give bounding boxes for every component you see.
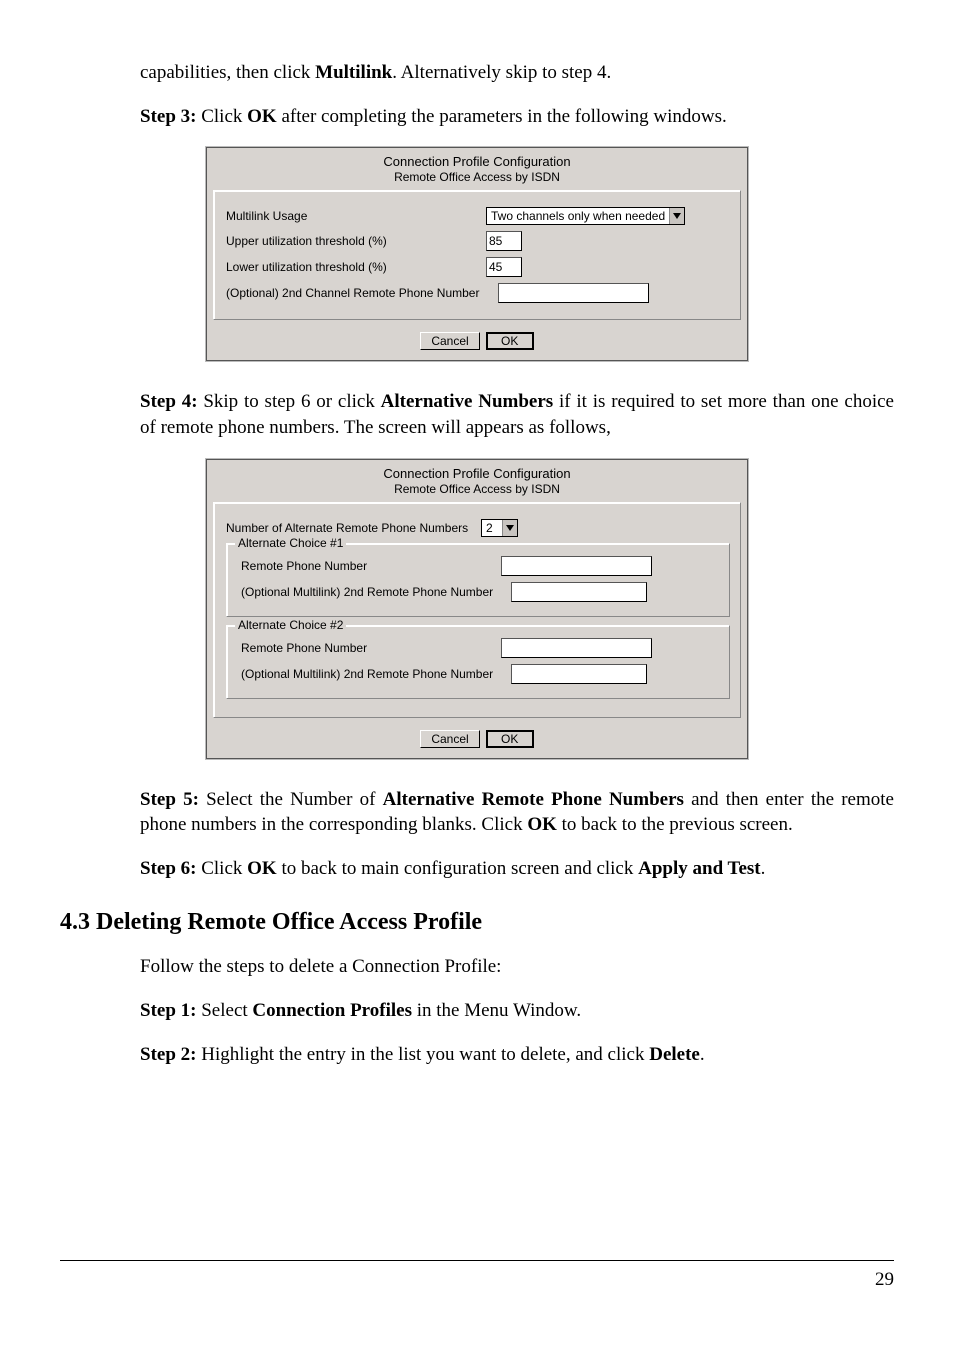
step5-label: Step 5: (140, 789, 199, 810)
step4-pre: Skip to step 6 or click (198, 391, 381, 412)
dstep2-label: Step 2: (140, 1044, 196, 1065)
cancel-button[interactable]: Cancel (420, 730, 479, 748)
fieldset-choice1: Alternate Choice #1 Remote Phone Number … (226, 543, 730, 617)
row-multilink-usage: Multilink Usage Two channels only when n… (226, 207, 730, 225)
dstep1-bold: Connection Profiles (252, 1000, 412, 1021)
label-upper-threshold: Upper utilization threshold (%) (226, 234, 486, 248)
page-number: 29 (875, 1269, 894, 1291)
label-num-alternate: Number of Alternate Remote Phone Numbers (226, 521, 481, 535)
step5-bold2: OK (527, 814, 557, 835)
c1-label-remote: Remote Phone Number (235, 559, 501, 573)
legend-choice1: Alternate Choice #1 (235, 536, 346, 550)
step5-bold1: Alternative Remote Phone Numbers (383, 789, 684, 810)
delete-intro: Follow the steps to delete a Connection … (140, 954, 894, 980)
step6-pre: Click (196, 858, 247, 879)
step6-bold2: Apply and Test (638, 858, 761, 879)
c2-row-opt: (Optional Multilink) 2nd Remote Phone Nu… (235, 664, 721, 684)
select-num-text: 2 (482, 520, 502, 536)
step3-post: after completing the parameters in the f… (277, 106, 727, 127)
dialog2-body: Number of Alternate Remote Phone Numbers… (213, 502, 741, 718)
c2-input-remote[interactable] (501, 638, 652, 658)
row-upper-threshold: Upper utilization threshold (%) (226, 231, 730, 251)
dialog1-title: Connection Profile Configuration Remote … (207, 148, 747, 186)
label-multilink-usage: Multilink Usage (226, 209, 486, 223)
label-optional-phone: (Optional) 2nd Channel Remote Phone Numb… (226, 286, 498, 300)
dialog2-title2: Remote Office Access by ISDN (211, 482, 743, 496)
c1-row-opt: (Optional Multilink) 2nd Remote Phone Nu… (235, 582, 721, 602)
step3-bold: OK (247, 106, 277, 127)
step5-pre: Select the Number of (199, 789, 383, 810)
ok-button[interactable]: OK (486, 730, 534, 748)
step6-label: Step 6: (140, 858, 196, 879)
row-optional-phone: (Optional) 2nd Channel Remote Phone Numb… (226, 283, 730, 303)
dialog1-body: Multilink Usage Two channels only when n… (213, 190, 741, 320)
c2-label-remote: Remote Phone Number (235, 641, 501, 655)
dstep1-line: Step 1: Select Connection Profiles in th… (140, 998, 894, 1024)
intro-bold: Multilink (315, 62, 392, 83)
dialog1-buttons: Cancel OK (207, 326, 747, 360)
intro-post: . Alternatively skip to step 4. (392, 62, 611, 83)
step3-pre: Click (196, 106, 247, 127)
step4-bold: Alternative Numbers (381, 391, 554, 412)
dstep1-label: Step 1: (140, 1000, 196, 1021)
dstep1-post: in the Menu Window. (412, 1000, 581, 1021)
chevron-down-icon[interactable] (502, 520, 517, 536)
dialog1-title1: Connection Profile Configuration (211, 154, 743, 169)
c1-label-opt: (Optional Multilink) 2nd Remote Phone Nu… (235, 585, 511, 599)
dialog-alt-numbers: Connection Profile Configuration Remote … (206, 459, 748, 759)
step6-line: Step 6: Click OK to back to main configu… (140, 856, 894, 882)
input-upper-threshold[interactable] (486, 231, 522, 251)
step4-line: Step 4: Skip to step 6 or click Alternat… (140, 389, 894, 440)
step5-line: Step 5: Select the Number of Alternative… (140, 787, 894, 838)
input-optional-phone[interactable] (498, 283, 649, 303)
dstep1-pre: Select (196, 1000, 252, 1021)
c2-label-opt: (Optional Multilink) 2nd Remote Phone Nu… (235, 667, 511, 681)
input-lower-threshold[interactable] (486, 257, 522, 277)
dstep2-post: . (700, 1044, 705, 1065)
step6-bold1: OK (247, 858, 277, 879)
c1-row-remote: Remote Phone Number (235, 556, 721, 576)
step5-post: to back to the previous screen. (557, 814, 793, 835)
row-lower-threshold: Lower utilization threshold (%) (226, 257, 730, 277)
dialog2-title1: Connection Profile Configuration (211, 466, 743, 481)
cancel-button[interactable]: Cancel (420, 332, 479, 350)
section-heading: 4.3 Deleting Remote Office Access Profil… (60, 909, 894, 936)
c2-input-opt[interactable] (511, 664, 647, 684)
c2-row-remote: Remote Phone Number (235, 638, 721, 658)
select-multilink-text: Two channels only when needed (487, 208, 669, 224)
step3-line: Step 3: Click OK after completing the pa… (140, 104, 894, 130)
dialog-multilink: Connection Profile Configuration Remote … (206, 147, 748, 361)
footer-rule (60, 1260, 894, 1261)
dstep2-pre: Highlight the entry in the list you want… (196, 1044, 649, 1065)
legend-choice2: Alternate Choice #2 (235, 618, 346, 632)
step6-mid: to back to main configuration screen and… (277, 858, 638, 879)
row-num-alternate: Number of Alternate Remote Phone Numbers… (226, 519, 730, 537)
dialog1-title2: Remote Office Access by ISDN (211, 170, 743, 184)
intro-pre: capabilities, then click (140, 62, 315, 83)
step6-post: . (761, 858, 766, 879)
dialog2-buttons: Cancel OK (207, 724, 747, 758)
fieldset-choice2: Alternate Choice #2 Remote Phone Number … (226, 625, 730, 699)
label-lower-threshold: Lower utilization threshold (%) (226, 260, 486, 274)
select-multilink-usage[interactable]: Two channels only when needed (486, 207, 685, 225)
chevron-down-icon[interactable] (669, 208, 684, 224)
dialog2-title: Connection Profile Configuration Remote … (207, 460, 747, 498)
c1-input-opt[interactable] (511, 582, 647, 602)
intro-line: capabilities, then click Multilink. Alte… (140, 60, 894, 86)
select-num-alternate[interactable]: 2 (481, 519, 518, 537)
step3-label: Step 3: (140, 106, 196, 127)
dstep2-bold: Delete (649, 1044, 700, 1065)
ok-button[interactable]: OK (486, 332, 534, 350)
step4-label: Step 4: (140, 391, 198, 412)
dstep2-line: Step 2: Highlight the entry in the list … (140, 1042, 894, 1068)
c1-input-remote[interactable] (501, 556, 652, 576)
